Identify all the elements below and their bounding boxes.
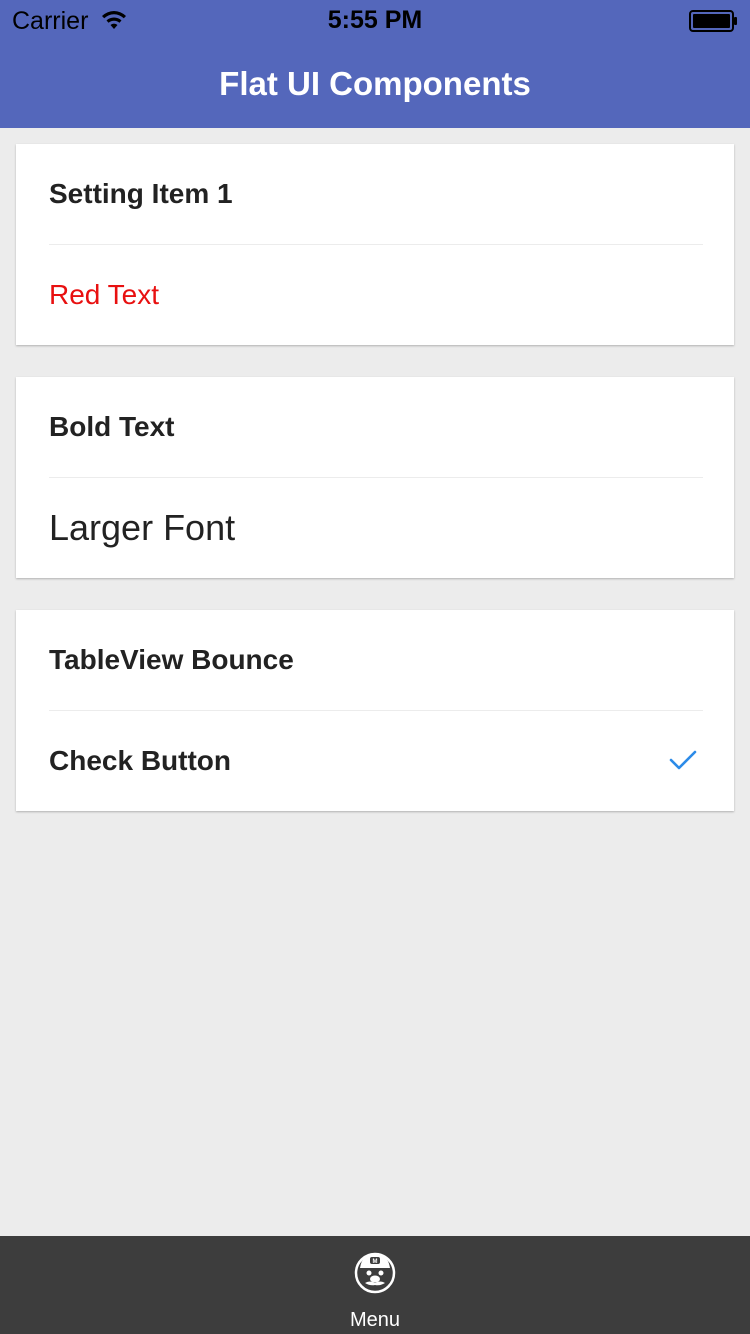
list-item-label: TableView Bounce <box>49 644 294 675</box>
settings-card-3: TableView Bounce Check Button <box>16 610 734 811</box>
list-item-setting-item-1[interactable]: Setting Item 1 <box>16 144 734 244</box>
settings-card-1: Setting Item 1 Red Text <box>16 144 734 345</box>
list-item-tableview-bounce[interactable]: TableView Bounce <box>16 610 734 710</box>
settings-card-2: Bold Text Larger Font <box>16 377 734 578</box>
list-item-bold-text[interactable]: Bold Text <box>16 377 734 477</box>
nav-header: Carrier 5:55 PM Flat UI Components <box>0 0 750 128</box>
list-item-label: Larger Font <box>49 507 236 548</box>
status-bar: Carrier 5:55 PM <box>0 0 750 40</box>
tab-menu[interactable]: M Menu <box>325 1236 425 1334</box>
tab-bar: M Menu <box>0 1236 750 1334</box>
checkmark-icon[interactable] <box>669 749 697 771</box>
status-time: 5:55 PM <box>327 6 423 34</box>
list-item-red-text[interactable]: Red Text <box>49 244 703 345</box>
tab-menu-label: Menu <box>349 1309 401 1331</box>
page-title: Flat UI Components <box>219 65 531 102</box>
svg-text:M: M <box>373 1259 378 1265</box>
list-item-label: Red Text <box>49 279 159 310</box>
list-item-check-button[interactable]: Check Button <box>49 710 703 811</box>
mario-icon: M <box>354 1252 396 1294</box>
list-item-label: Check Button <box>49 745 231 776</box>
battery-full-icon <box>689 10 737 32</box>
app-screen: Carrier 5:55 PM Flat UI Components Setti… <box>0 0 750 1334</box>
list-item-label: Bold Text <box>49 411 175 442</box>
list-item-larger-font[interactable]: Larger Font <box>49 477 703 578</box>
list-item-label: Setting Item 1 <box>49 178 233 209</box>
